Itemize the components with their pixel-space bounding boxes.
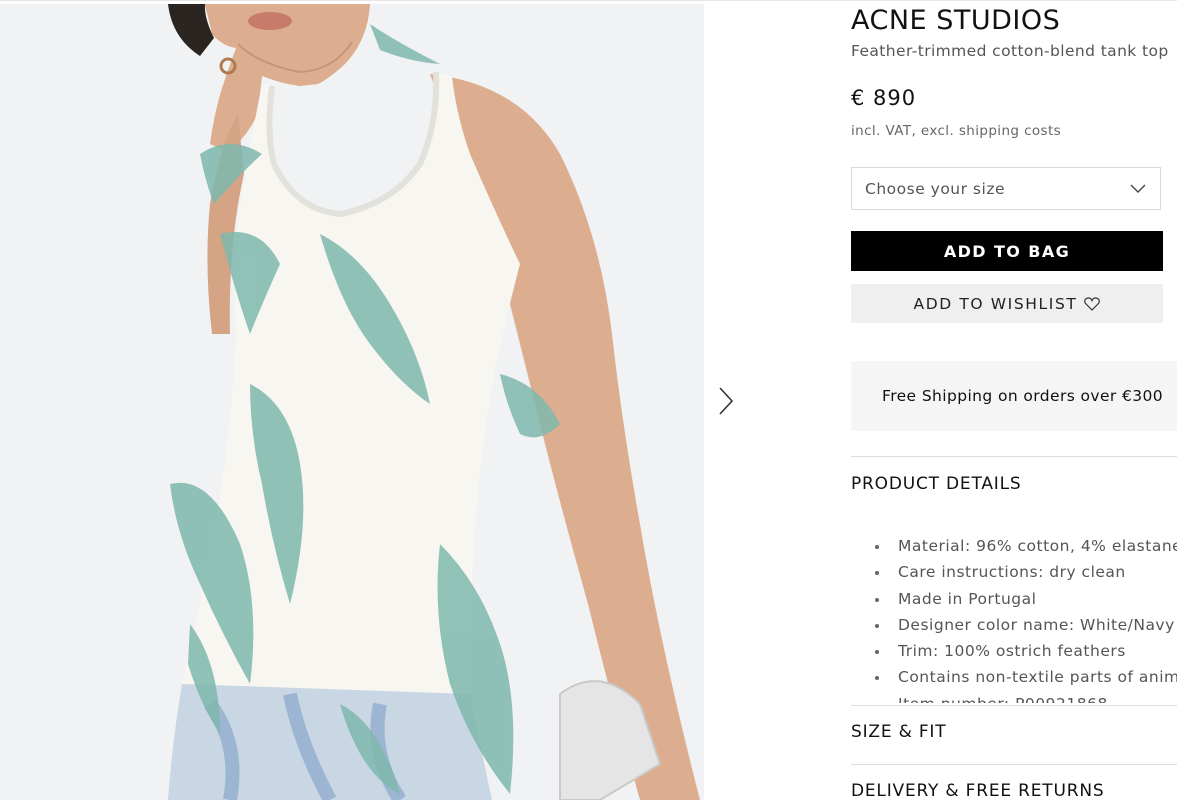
delivery-returns-toggle[interactable]: DELIVERY & FREE RETURNS (851, 781, 1104, 801)
product-image[interactable] (0, 4, 704, 800)
heart-outline-icon (1084, 296, 1101, 311)
next-image-button[interactable] (712, 383, 740, 419)
list-item: Care instructions: dry clean (851, 559, 1177, 585)
list-item: Trim: 100% ostrich feathers (851, 638, 1177, 664)
divider (851, 705, 1177, 706)
product-info-panel: ACNE STUDIOS Feather-trimmed cotton-blen… (851, 0, 1177, 805)
divider (851, 764, 1177, 765)
chevron-right-icon (719, 387, 734, 415)
product-details-list: Material: 96% cotton, 4% elastane Care i… (851, 533, 1177, 703)
list-item: Material: 96% cotton, 4% elastane (851, 533, 1177, 559)
product-price: € 890 (851, 86, 917, 110)
add-to-bag-button[interactable]: ADD TO BAG (851, 231, 1163, 271)
list-item: Made in Portugal (851, 586, 1177, 612)
add-to-bag-label: ADD TO BAG (943, 241, 1071, 261)
product-name: Feather-trimmed cotton-blend tank top (851, 42, 1169, 60)
brand-name[interactable]: ACNE STUDIOS (851, 4, 1060, 38)
free-shipping-text: Free Shipping on orders over €300 (882, 387, 1164, 405)
add-to-wishlist-label: ADD TO WISHLIST (913, 294, 1078, 313)
product-details-toggle[interactable]: PRODUCT DETAILS (851, 474, 1021, 494)
product-photo (0, 4, 704, 800)
size-select-placeholder: Choose your size (865, 179, 1005, 198)
list-item: Contains non-textile parts of animal ori… (851, 664, 1177, 690)
list-item: Item number: P00921868 (851, 691, 1177, 703)
list-item: Designer color name: White/Navy (851, 612, 1177, 638)
add-to-wishlist-button[interactable]: ADD TO WISHLIST (851, 284, 1163, 323)
size-fit-toggle[interactable]: SIZE & FIT (851, 722, 946, 742)
chevron-down-icon (1130, 184, 1146, 193)
free-shipping-banner: Free Shipping on orders over €300 (851, 361, 1177, 431)
tax-note: incl. VAT, excl. shipping costs (851, 123, 1062, 139)
divider (851, 456, 1177, 457)
size-select[interactable]: Choose your size (851, 167, 1161, 210)
